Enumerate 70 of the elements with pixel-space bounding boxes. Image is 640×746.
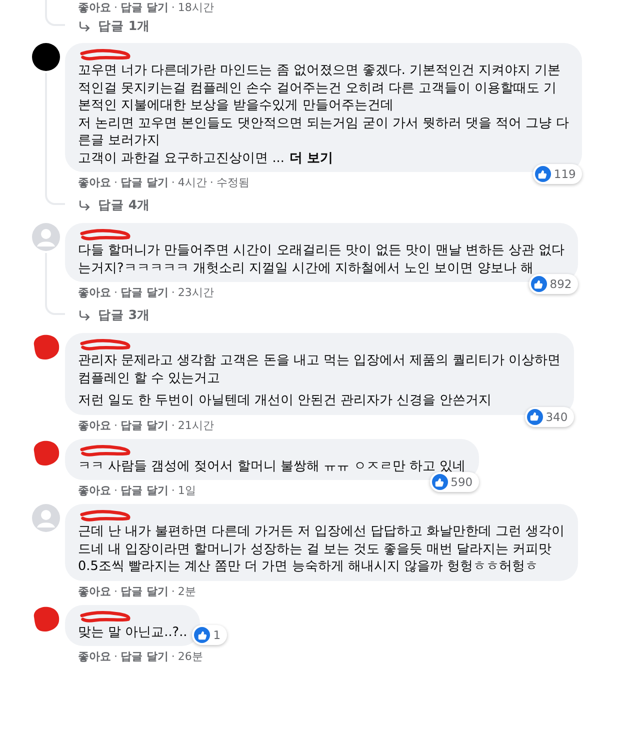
reply-arrow-icon <box>78 308 91 322</box>
like-count: 1 <box>213 627 221 643</box>
comment-action-link[interactable]: 좋아요 <box>78 176 111 190</box>
comment-text: 관리자 문제라고 생각함 고객은 돈을 내고 먹는 입장에서 제품의 퀄리티가 이상하면 컴플레인 할 수 있는거고 <box>78 352 561 387</box>
separator-dot: · <box>114 176 118 190</box>
separator-dot: · <box>171 418 175 432</box>
scribbled-avatar[interactable] <box>32 604 60 632</box>
separator-dot: · <box>210 176 214 190</box>
separator-dot: · <box>171 1 175 15</box>
like-icon <box>432 474 448 490</box>
comment-text: ㅋㅋ 사람들 갬성에 젖어서 할머니 불쌍해 ㅠㅠ ㅇㅈㄹ만 하고 있네 <box>78 458 466 475</box>
comment-action-link[interactable]: 답글 달기 <box>120 176 168 190</box>
comment-action-link[interactable]: 답글 달기 <box>120 484 168 498</box>
comment-action-link[interactable]: 좋아요 <box>78 286 111 300</box>
comment-action-link[interactable]: 좋아요 <box>78 584 111 598</box>
comment-action-link[interactable]: 좋아요 <box>78 484 111 498</box>
like-count-badge[interactable]: 892 <box>528 274 578 294</box>
like-icon <box>526 408 543 424</box>
like-icon <box>194 627 210 643</box>
view-replies-button[interactable]: 답글 4개 <box>78 196 150 214</box>
separator-dot: · <box>114 650 118 664</box>
separator-dot: · <box>114 286 118 300</box>
comment-text: 근데 난 내가 불편하면 다른데 가거든 저 입장에선 답답하고 화날만한데 그런 생각이 드네 내 입장이라면 할머니가 성장하는 걸 보는 것도 좋을듯 매번 달라지는 커피맛 0.5조씩 빨라지는 계산 쫌만 더 가면 능숙하게 해내시지 않을까 헝헝ㅎㅎ허헝ㅎ <box>78 523 565 576</box>
separator-dot: · <box>114 484 118 498</box>
like-count-badge[interactable]: 590 <box>430 472 479 492</box>
comment-action-link[interactable]: 좋아요 <box>78 650 111 664</box>
comment-action-link[interactable]: 답글 달기 <box>120 418 168 432</box>
comment-time[interactable]: 4시간 <box>178 176 207 190</box>
comment-time[interactable]: 1일 <box>178 484 196 498</box>
like-count: 340 <box>546 408 568 424</box>
separator-dot: · <box>171 484 175 498</box>
edited-label: 수정됨 <box>216 176 250 190</box>
like-icon <box>534 166 551 182</box>
separator-dot: · <box>171 286 175 300</box>
comment-action-link[interactable]: 답글 달기 <box>120 650 168 664</box>
reply-arrow-icon <box>78 198 91 212</box>
view-replies-button[interactable]: 답글 1개 <box>78 17 150 35</box>
blacked-out-avatar[interactable] <box>32 43 60 71</box>
comment-time[interactable]: 18시간 <box>178 1 214 15</box>
comment-action-link[interactable]: 좋아요 <box>78 418 111 432</box>
comment-action-link[interactable]: 좋아요 <box>78 1 111 15</box>
scribbled-avatar[interactable] <box>32 438 60 466</box>
separator-dot: · <box>171 650 175 664</box>
comment-text: 맞는 말 아닌교..?.. <box>78 624 188 641</box>
reply-arrow-icon <box>78 20 91 32</box>
separator-dot: · <box>114 1 118 15</box>
comment-time[interactable]: 21시간 <box>178 418 214 432</box>
like-count: 590 <box>450 474 473 490</box>
comment-action-link[interactable]: 답글 달기 <box>120 584 168 598</box>
like-count-badge[interactable]: 119 <box>532 164 582 184</box>
separator-dot: · <box>171 176 175 190</box>
view-replies-button[interactable]: 답글 3개 <box>78 306 150 324</box>
comment-text: 저런 일도 한 두번이 아닐텐데 개선이 안된건 관리자가 신경을 안쓴거지 <box>78 392 493 410</box>
comment-action-link[interactable]: 답글 달기 <box>120 1 168 15</box>
comment-time[interactable]: 23시간 <box>178 286 214 300</box>
see-more-link[interactable]: 더 보기 <box>289 150 333 166</box>
like-count-badge[interactable]: 340 <box>524 406 574 426</box>
comment-time[interactable]: 2분 <box>178 584 196 598</box>
comment-text: 꼬우면 너가 다른데가란 마인드는 좀 없어졌으면 좋겠다. 기본적인건 지켜야지 기본 적인걸 못지키는걸 컴플레인 손수 걸어주는건 오히려 다른 고객들이 이용할때도 기 본적인 지불에대한 보상을 받을수있게 만들어주는건데 저 논리면 꼬우면 본인들도 댓안적으면 되는거임 굳이 가서 뭣하러 댓을 적어 그냥 다 른글 보러가지 고객이 과한걸 요구하고진상이면 ... 더 보기 <box>78 62 569 167</box>
comment-time[interactable]: 26분 <box>178 650 203 664</box>
like-icon <box>530 276 547 292</box>
like-count: 892 <box>550 276 572 292</box>
separator-dot: · <box>171 584 175 598</box>
scribbled-avatar[interactable] <box>32 333 60 361</box>
comment-text: 다들 할머니가 만들어주면 시간이 오래걸리든 맛이 없든 맛이 맨날 변하든 상관 없다 는거지?ㅋㅋㅋㅋㅋ 개헛소리 지껄일 시간에 지하철에서 노인 보이면 양보나 해 <box>78 242 565 277</box>
like-count: 119 <box>554 166 576 182</box>
separator-dot: · <box>114 418 118 432</box>
comment-action-link[interactable]: 답글 달기 <box>120 286 168 300</box>
separator-dot: · <box>114 584 118 598</box>
like-count-badge[interactable]: 1 <box>192 625 227 645</box>
